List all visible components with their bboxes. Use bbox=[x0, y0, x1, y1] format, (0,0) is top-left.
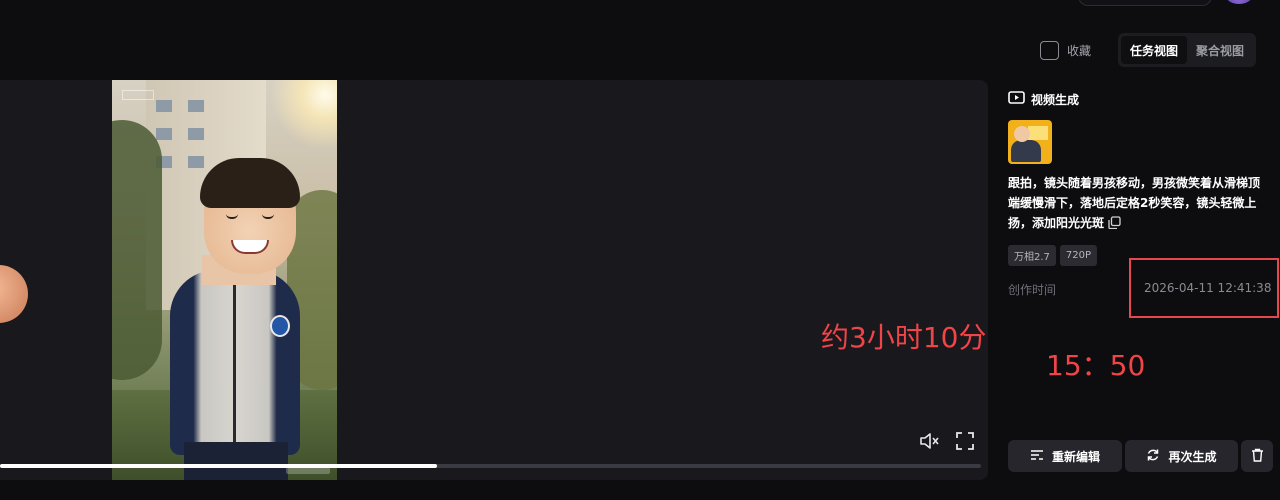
reedit-button[interactable]: 重新编辑 bbox=[1008, 440, 1122, 472]
edit-icon bbox=[1030, 449, 1044, 464]
favorite-checkbox[interactable] bbox=[1040, 41, 1059, 60]
prompt-text-block: 跟拍，镜头随着男孩移动，男孩微笑着从滑梯顶端缓慢滑下，落地后定格2秒笑容，镜头轻… bbox=[1008, 173, 1270, 235]
highlight-box bbox=[1129, 258, 1279, 318]
delete-button[interactable] bbox=[1241, 440, 1273, 472]
ball-decoration bbox=[0, 265, 28, 323]
favorite-label: 收藏 bbox=[1067, 44, 1092, 58]
top-account-pill[interactable] bbox=[1078, 0, 1212, 6]
video-player[interactable] bbox=[0, 80, 988, 480]
regenerate-button[interactable]: 再次生成 bbox=[1125, 440, 1238, 472]
duration-annotation: 约3小时10分 bbox=[821, 321, 987, 354]
tab-task-view[interactable]: 任务视图 bbox=[1121, 36, 1187, 64]
mute-icon[interactable] bbox=[918, 430, 940, 452]
section-header: 视频生成 bbox=[1008, 90, 1079, 108]
reedit-label: 重新编辑 bbox=[1051, 449, 1100, 464]
model-tag: 万相2.7 bbox=[1008, 245, 1056, 266]
section-title: 视频生成 bbox=[1031, 92, 1080, 107]
watermark-top bbox=[122, 90, 154, 100]
progress-bar[interactable] bbox=[0, 464, 981, 468]
created-time-label: 创作时间 bbox=[1008, 283, 1057, 297]
regenerate-label: 再次生成 bbox=[1168, 449, 1217, 464]
clock-annotation: 15：50 bbox=[1046, 349, 1146, 382]
copy-icon[interactable] bbox=[1108, 215, 1121, 235]
video-frame bbox=[112, 80, 337, 480]
view-toggle: 任务视图 聚合视图 bbox=[1118, 33, 1256, 67]
tab-aggregate-view[interactable]: 聚合视图 bbox=[1187, 36, 1253, 64]
refresh-icon bbox=[1146, 448, 1160, 465]
video-play-icon bbox=[1008, 90, 1025, 108]
progress-fill bbox=[0, 464, 437, 468]
resolution-tag: 720P bbox=[1059, 245, 1098, 266]
favorite-toggle[interactable]: 收藏 bbox=[1040, 41, 1091, 60]
fullscreen-icon[interactable] bbox=[954, 430, 976, 452]
tag-list: 万相2.7 720P bbox=[1008, 245, 1098, 266]
trash-icon bbox=[1251, 448, 1264, 465]
user-avatar[interactable] bbox=[1226, 0, 1252, 4]
prompt-text: 跟拍，镜头随着男孩移动，男孩微笑着从滑梯顶端缓慢滑下，落地后定格2秒笑容，镜头轻… bbox=[1008, 176, 1261, 230]
reference-thumbnail[interactable] bbox=[1008, 120, 1052, 164]
